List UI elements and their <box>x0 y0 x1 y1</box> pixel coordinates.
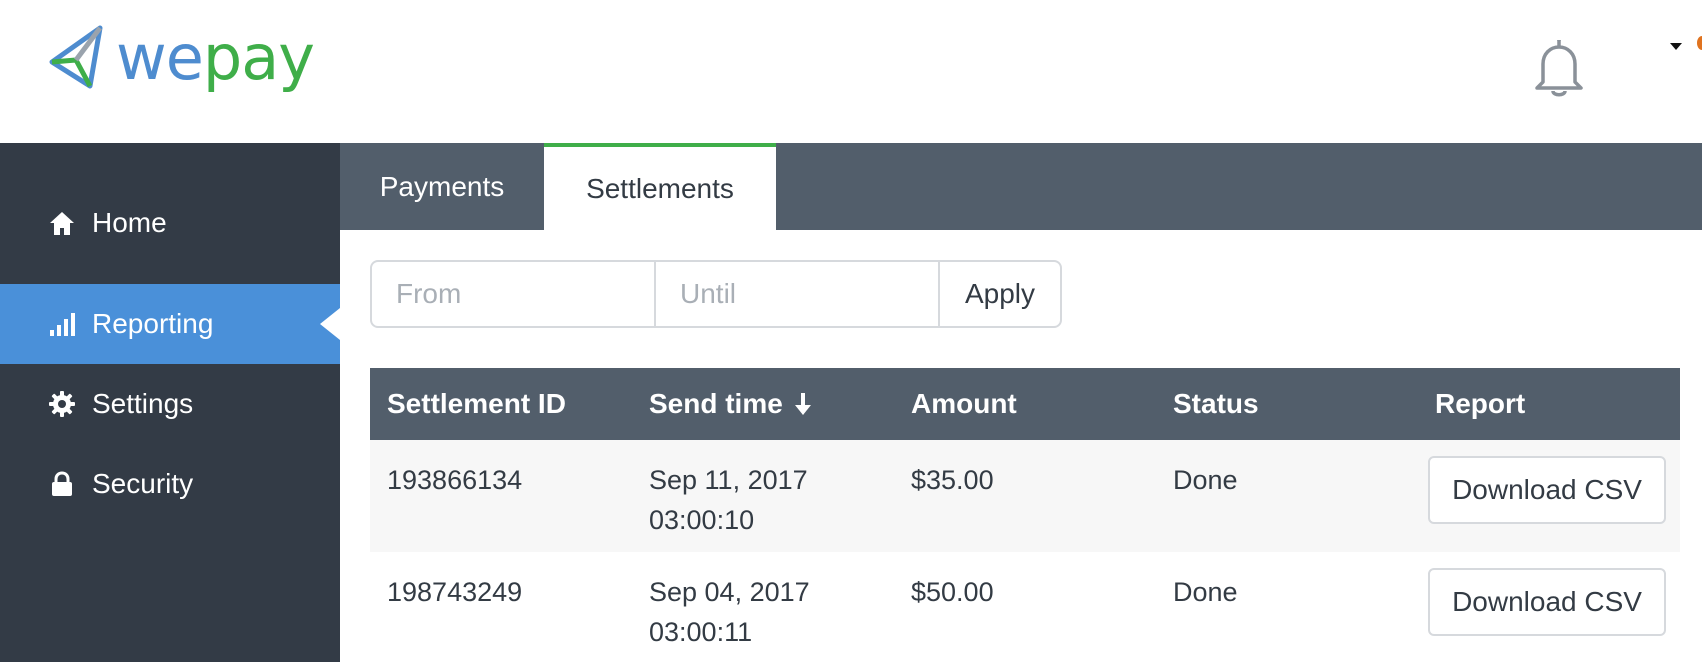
column-header-status[interactable]: Status <box>1156 388 1418 420</box>
sidebar-item-label: Security <box>92 468 194 499</box>
send-time: 03:00:11 <box>649 617 753 647</box>
download-csv-button[interactable]: Download CSV <box>1428 568 1666 636</box>
lock-icon <box>48 470 76 498</box>
caret-down-icon[interactable] <box>1668 40 1684 52</box>
status-cell: Done <box>1173 465 1238 495</box>
send-date: Sep 04, 2017 <box>649 577 810 607</box>
paper-plane-logo-icon <box>49 25 103 89</box>
from-date-input[interactable] <box>370 260 656 328</box>
sidebar-item-label: Home <box>92 207 167 238</box>
table-row: 198743249 Sep 04, 2017 03:00:11 $50.00 D… <box>370 552 1680 664</box>
settlement-id-cell: 193866134 <box>387 465 523 495</box>
sidebar-item-reporting[interactable]: Reporting <box>0 284 340 364</box>
sidebar-item-settings[interactable]: Settings <box>0 364 340 444</box>
status-cell: Done <box>1173 577 1238 607</box>
bell-icon[interactable] <box>1530 36 1588 98</box>
until-date-input[interactable] <box>654 260 940 328</box>
sidebar-item-home[interactable]: Home <box>0 183 340 263</box>
sidebar-item-label: Settings <box>92 388 194 419</box>
bar-chart-icon <box>48 310 76 338</box>
wepay-logo[interactable]: wepay <box>46 21 315 94</box>
report-cell: Download CSV <box>1418 440 1680 552</box>
tab-payments[interactable]: Payments <box>340 143 544 230</box>
apply-button[interactable]: Apply <box>938 260 1062 328</box>
column-header-report: Report <box>1435 388 1526 419</box>
table-row: 193866134 Sep 11, 2017 03:00:10 $35.00 D… <box>370 440 1680 552</box>
settlements-table: Settlement ID Send time Amount Status Re… <box>370 368 1680 664</box>
tab-settlements[interactable]: Settlements <box>544 143 776 230</box>
top-header: wepay <box>0 0 1702 143</box>
sort-down-arrow-icon <box>794 393 811 415</box>
column-header-amount[interactable]: Amount <box>894 388 1156 420</box>
avatar[interactable] <box>1697 36 1702 50</box>
send-time: 03:00:10 <box>649 505 755 535</box>
column-header-settlement-id[interactable]: Settlement ID <box>370 388 632 420</box>
settlement-id-cell: 198743249 <box>387 577 523 607</box>
amount-cell: $50.00 <box>911 577 994 607</box>
sidebar: Home Reporting Settings Security <box>0 143 340 662</box>
logo-wordmark: wepay <box>116 21 315 94</box>
table-header: Settlement ID Send time Amount Status Re… <box>370 368 1680 440</box>
home-icon <box>48 209 76 237</box>
report-cell: Download CSV <box>1418 552 1680 664</box>
sidebar-item-security[interactable]: Security <box>0 444 340 524</box>
gear-icon <box>48 390 76 418</box>
sidebar-item-label: Reporting <box>92 308 214 339</box>
tab-bar: Payments Settlements <box>340 143 1702 230</box>
active-indicator <box>320 308 340 340</box>
send-date: Sep 11, 2017 <box>649 465 808 495</box>
send-time-cell: Sep 04, 2017 03:00:11 <box>632 552 894 664</box>
column-header-send-time[interactable]: Send time <box>632 388 894 420</box>
amount-cell: $35.00 <box>911 465 994 495</box>
send-time-cell: Sep 11, 2017 03:00:10 <box>632 440 894 552</box>
download-csv-button[interactable]: Download CSV <box>1428 456 1666 524</box>
date-filter: Apply <box>370 260 1062 328</box>
